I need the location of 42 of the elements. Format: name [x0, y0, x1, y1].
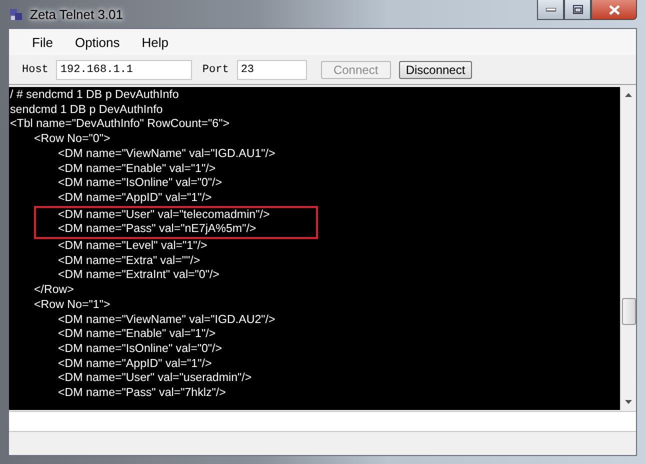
scroll-up-arrow-icon[interactable] [625, 93, 632, 97]
terminal-line: <DM name="Extra" val=""/> [57, 254, 202, 268]
window-title: Zeta Telnet 3.01 [30, 6, 123, 22]
terminal-line: <DM name="AppID" val="1"/> [57, 356, 213, 372]
terminal-line: <DM name="User" val="telecomadmin"/> [58, 208, 271, 222]
app-icon [8, 6, 24, 22]
terminal-line: <DM name="Pass" val="7hklz"/> [57, 386, 227, 401]
terminal-line: <Row No="1"> [33, 298, 112, 313]
terminal-line: <DM name="IsOnline" val="0"/> [57, 176, 224, 191]
terminal-line: <DM name="AppID" val="1"/> [57, 190, 213, 206]
host-label: Host [22, 64, 48, 76]
menu-item[interactable]: File [21, 34, 64, 50]
menu-item[interactable]: Help [130, 34, 180, 50]
close-icon [608, 4, 620, 14]
port-field[interactable]: 23 [236, 60, 307, 80]
terminal-line: <DM name="User" val="useradmin"/> [57, 371, 253, 386]
minimize-button[interactable] [537, 0, 564, 20]
terminal-line: <DM name="Enable" val="1"/> [57, 162, 217, 176]
terminal-line: <DM name="Level" val="1"/> [57, 239, 208, 254]
host-field[interactable]: 192.168.1.1 [56, 60, 192, 80]
terminal-line: <DM name="ExtraInt" val="0"/> [57, 268, 220, 284]
disconnect-button[interactable]: Disconnect [398, 60, 472, 78]
terminal-line: / # sendcmd 1 DB p DevAuthInfo [10, 88, 180, 103]
terminal-line: <Tbl name="DevAuthInfo" RowCount="6"> [10, 117, 230, 132]
terminal-line: <DM name="ViewName" val="IGD.AU1"/> [57, 146, 276, 162]
scrollbar-thumb[interactable] [622, 298, 636, 325]
command-input[interactable] [9, 411, 636, 432]
maximize-icon [572, 5, 582, 14]
terminal-line: </Row> [33, 283, 75, 298]
close-button[interactable] [591, 0, 637, 20]
terminal-line: <DM name="ViewName" val="IGD.AU2"/> [57, 312, 276, 328]
terminal-line: <DM name="Pass" val="nE7jA%5m"/> [58, 222, 258, 238]
terminal-line: sendcmd 1 DB p DevAuthInfo [10, 102, 164, 118]
terminal-line: <Row No="0"> [33, 132, 112, 147]
terminal-line: <DM name="Enable" val="1"/> [57, 327, 217, 342]
scrollbar[interactable] [620, 87, 636, 410]
minimize-icon [546, 8, 556, 12]
menu-item[interactable]: Options [64, 34, 131, 50]
maximize-button[interactable] [564, 0, 591, 20]
scroll-down-arrow-icon[interactable] [625, 400, 632, 404]
port-label: Port [202, 64, 229, 76]
terminal-line: <DM name="IsOnline" val="0"/> [57, 342, 224, 357]
